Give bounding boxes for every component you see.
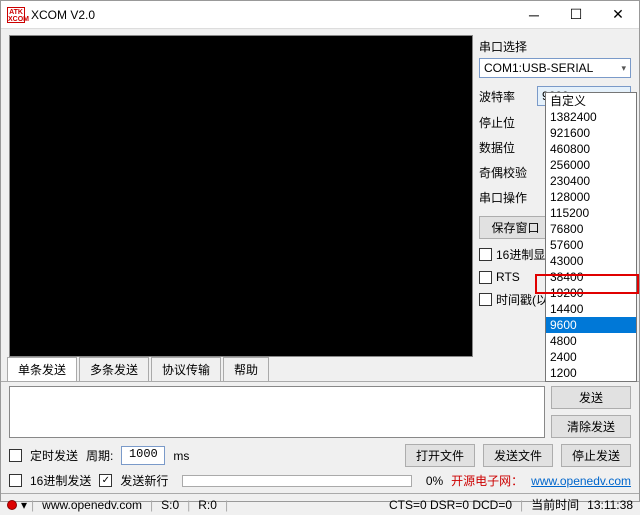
baud-option[interactable]: 230400 — [546, 173, 636, 189]
baud-option[interactable]: 256000 — [546, 157, 636, 173]
period-unit: ms — [173, 449, 189, 463]
window-title: XCOM V2.0 — [31, 8, 513, 22]
baud-option[interactable]: 460800 — [546, 141, 636, 157]
baud-option[interactable]: 128000 — [546, 189, 636, 205]
period-input[interactable]: 1000 — [121, 446, 165, 465]
status-recv: R:0 — [194, 498, 221, 512]
terminal-output[interactable] — [9, 35, 473, 357]
status-url[interactable]: www.openedv.com — [38, 498, 146, 512]
status-led-icon — [7, 500, 17, 510]
send-button[interactable]: 发送 — [551, 386, 631, 409]
databits-label: 数据位 — [479, 139, 537, 156]
port-op-label: 串口操作 — [479, 189, 537, 206]
hex-display-checkbox[interactable] — [479, 248, 492, 261]
progress-bar — [182, 475, 411, 487]
baud-option[interactable]: 1382400 — [546, 109, 636, 125]
baud-option[interactable]: 2400 — [546, 349, 636, 365]
save-window-button[interactable]: 保存窗口 — [479, 216, 552, 239]
app-logo: ATK XCOM — [7, 7, 25, 23]
baud-option[interactable]: 115200 — [546, 205, 636, 221]
baud-option[interactable]: 76800 — [546, 221, 636, 237]
titlebar: ATK XCOM XCOM V2.0 ─ ☐ ✕ — [1, 1, 639, 29]
baud-option[interactable]: 14400 — [546, 301, 636, 317]
hex-send-checkbox[interactable] — [9, 474, 22, 487]
send-newline-checkbox[interactable]: ✓ — [99, 474, 112, 487]
send-newline-label: 发送新行 — [120, 472, 168, 489]
rts-label: RTS — [496, 270, 520, 284]
baud-dropdown-list[interactable]: 自定义1382400921600460800256000230400128000… — [545, 92, 637, 382]
close-button[interactable]: ✕ — [597, 1, 639, 29]
baud-option[interactable]: 57600 — [546, 237, 636, 253]
stop-send-button[interactable]: 停止发送 — [561, 444, 631, 467]
annotation-highlight — [535, 274, 639, 294]
minimize-button[interactable]: ─ — [513, 1, 555, 29]
tab-help[interactable]: 帮助 — [223, 357, 269, 381]
link-url[interactable]: www.openedv.com — [531, 474, 631, 488]
baud-option[interactable]: 921600 — [546, 125, 636, 141]
status-time-label: 当前时间 — [527, 496, 583, 513]
status-signals: CTS=0 DSR=0 DCD=0 — [385, 498, 516, 512]
link-label: 开源电子网： — [451, 472, 523, 489]
send-input[interactable] — [9, 386, 545, 438]
baud-option[interactable]: 4800 — [546, 333, 636, 349]
dropdown-icon[interactable]: ▾ — [21, 498, 27, 512]
port-select[interactable]: COM1:USB-SERIAL ▾ — [479, 58, 631, 78]
tab-single-send[interactable]: 单条发送 — [7, 357, 77, 381]
port-select-label: 串口选择 — [479, 38, 631, 55]
tab-protocol[interactable]: 协议传输 — [151, 357, 221, 381]
baud-label: 波特率 — [479, 88, 537, 105]
tab-multi-send[interactable]: 多条发送 — [79, 357, 149, 381]
hex-send-label: 16进制发送 — [30, 472, 91, 489]
parity-label: 奇偶校验 — [479, 164, 537, 181]
baud-option[interactable]: 43000 — [546, 253, 636, 269]
send-mode-tabs: 单条发送 多条发送 协议传输 帮助 — [1, 359, 639, 381]
clear-send-button[interactable]: 清除发送 — [551, 415, 631, 438]
timed-send-checkbox[interactable] — [9, 449, 22, 462]
period-label: 周期: — [86, 447, 113, 464]
send-file-button[interactable]: 发送文件 — [483, 444, 553, 467]
status-sent: S:0 — [157, 498, 183, 512]
stopbits-label: 停止位 — [479, 114, 537, 131]
progress-value: 0% — [426, 474, 443, 488]
hex-display-label: 16进制显 — [496, 246, 545, 263]
status-time: 13:11:38 — [587, 498, 633, 512]
maximize-button[interactable]: ☐ — [555, 1, 597, 29]
baud-option[interactable]: 1200 — [546, 365, 636, 381]
timed-send-label: 定时发送 — [30, 447, 78, 464]
port-select-value: COM1:USB-SERIAL — [484, 61, 593, 75]
chevron-down-icon: ▾ — [621, 63, 626, 74]
baud-option[interactable]: 自定义 — [546, 93, 636, 109]
rts-checkbox[interactable] — [479, 271, 492, 284]
baud-option[interactable]: 9600 — [546, 317, 636, 333]
side-panel: 串口选择 COM1:USB-SERIAL ▾ 波特率 9600 ▾ 停止位 数据… — [477, 29, 639, 359]
open-file-button[interactable]: 打开文件 — [405, 444, 475, 467]
timestamp-checkbox[interactable] — [479, 293, 492, 306]
status-bar: ▾ | www.openedv.com | S:0 | R:0 | CTS=0 … — [1, 493, 639, 515]
